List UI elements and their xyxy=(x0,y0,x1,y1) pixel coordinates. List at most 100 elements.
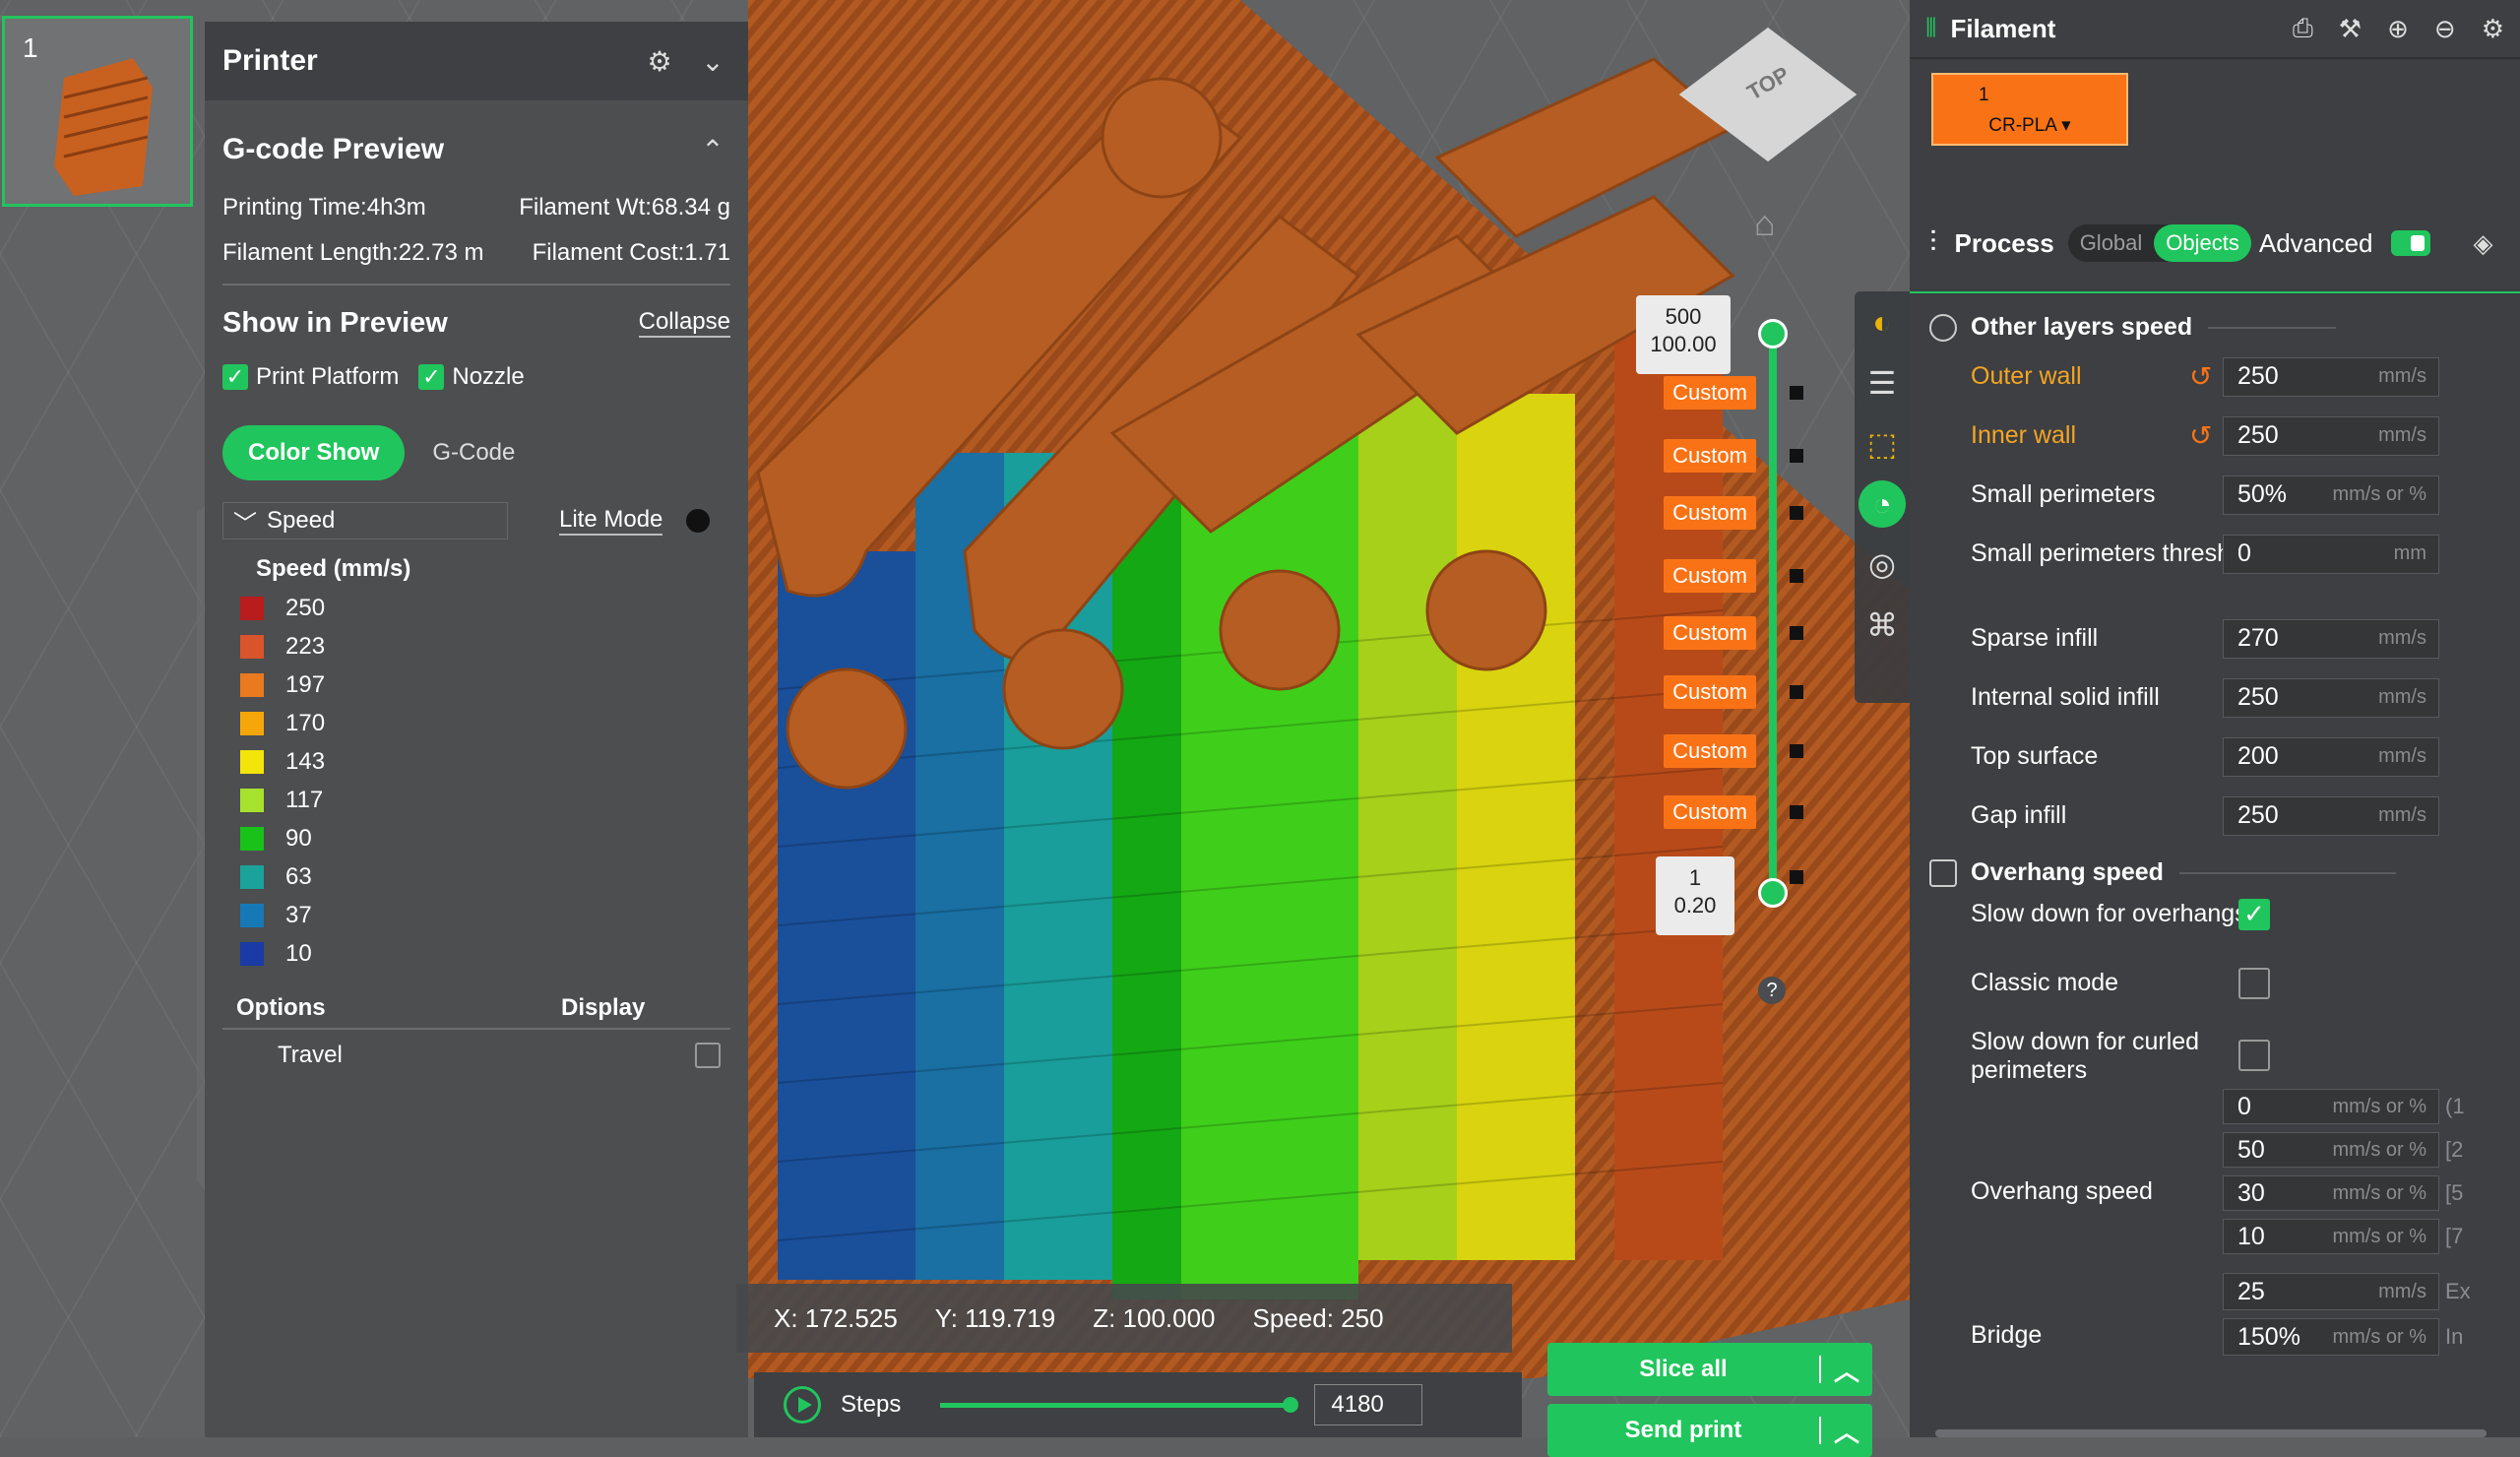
printer-title: Printer xyxy=(222,44,318,77)
global-tab[interactable]: Global xyxy=(2068,224,2155,262)
overhang-speed-input[interactable]: 30 mm/s or % xyxy=(2223,1175,2439,1211)
bridge-hint: Ex xyxy=(2445,1279,2471,1303)
speedometer-icon[interactable]: ◔ xyxy=(1858,480,1906,528)
chevron-down-icon: ﹀ xyxy=(233,510,257,538)
slow-down-curled-checkbox[interactable] xyxy=(2238,1040,2270,1071)
legend-item: 197 xyxy=(222,665,730,704)
speed-field-input[interactable]: 50% mm/s or % xyxy=(2223,475,2439,515)
remove-icon[interactable]: ⊖ xyxy=(2434,14,2456,44)
gear-icon[interactable]: ⚙ xyxy=(2482,14,2504,44)
filament-header: ⦀ Filament ⎙ ⚒ ⊕ ⊖ ⚙ xyxy=(1910,0,2520,59)
reset-icon[interactable]: ↺ xyxy=(2189,419,2212,452)
advanced-toggle[interactable] xyxy=(2390,230,2430,256)
input-value: 25 xyxy=(2237,1277,2265,1305)
lite-mode-label[interactable]: Lite Mode xyxy=(559,506,663,536)
paint-palette-icon[interactable]: ◐ xyxy=(1855,291,1910,352)
collapse-chevron-up-icon[interactable]: ⌃ xyxy=(695,132,730,167)
speed-field-row: Small perimeters threshold 0 mm xyxy=(1971,534,2502,574)
speed-field-input[interactable]: 250 mm/s xyxy=(2223,795,2439,836)
overhang-speed-input[interactable]: 0 mm/s or % xyxy=(2223,1089,2439,1124)
show-in-preview-title: Show in Preview xyxy=(222,306,448,339)
add-icon[interactable]: ⊕ xyxy=(2387,14,2409,44)
tab-gcode[interactable]: G-Code xyxy=(405,439,515,467)
custom-gcode-tag[interactable]: Custom xyxy=(1664,376,1756,410)
printing-time: Printing Time:4h3m xyxy=(222,194,426,221)
gear-icon[interactable]: ⚙ xyxy=(642,43,677,79)
help-button[interactable]: ? xyxy=(1758,977,1786,1004)
tab-color-show[interactable]: Color Show xyxy=(222,425,406,480)
chevron-up-icon[interactable]: ︿ xyxy=(1821,1352,1872,1388)
lite-mode-toggle[interactable] xyxy=(686,509,711,533)
target-icon[interactable]: ◎ xyxy=(1855,534,1910,595)
objects-tab[interactable]: Objects xyxy=(2154,224,2251,262)
layer-marker[interactable] xyxy=(1790,744,1803,758)
steps-input[interactable]: 4180 xyxy=(1314,1384,1423,1425)
coord-speed: Speed: 250 xyxy=(1252,1302,1384,1333)
layer-marker[interactable] xyxy=(1790,685,1803,699)
custom-gcode-tag[interactable]: Custom xyxy=(1664,616,1756,650)
input-value: 50 xyxy=(2237,1135,2265,1164)
advanced-label: Advanced xyxy=(2258,227,2373,258)
input-value: 250 xyxy=(2237,421,2279,449)
nozzle-checkbox[interactable]: ✓ Nozzle xyxy=(418,363,525,391)
legend-title: Speed (mm/s) xyxy=(256,555,411,582)
custom-gcode-tag[interactable]: Custom xyxy=(1664,734,1756,768)
overhang-speed-input[interactable]: 10 mm/s or % xyxy=(2223,1219,2439,1254)
nozzle-icon[interactable]: ⚒ xyxy=(2339,14,2362,44)
command-key-icon[interactable]: ⌘ xyxy=(1855,595,1910,656)
collapse-link[interactable]: Collapse xyxy=(638,308,730,338)
filament-length: Filament Length:22.73 m xyxy=(222,239,484,266)
speed-field-label: Small perimeters xyxy=(1971,480,2156,508)
legend-swatch xyxy=(240,941,264,966)
printer-settings-icon[interactable]: ⎙ xyxy=(2293,13,2313,44)
search-tag-icon[interactable]: ◈ xyxy=(2474,228,2493,259)
overhang-range-hint: [7 xyxy=(2445,1224,2464,1248)
layer-marker[interactable] xyxy=(1790,626,1803,640)
play-icon[interactable] xyxy=(784,1386,821,1424)
layer-marker[interactable] xyxy=(1790,506,1803,520)
speed-field-input[interactable]: 250 mm/s xyxy=(2223,677,2439,718)
home-icon[interactable]: ⌂ xyxy=(1754,203,1776,244)
overhang-speed-input[interactable]: 50 mm/s or % xyxy=(2223,1132,2439,1168)
layer-marker[interactable] xyxy=(1790,870,1803,884)
legend-swatch xyxy=(240,864,264,889)
bridge-speed-input[interactable]: 150% mm/s or % xyxy=(2223,1318,2439,1356)
layer-marker[interactable] xyxy=(1790,386,1803,400)
layer-marker[interactable] xyxy=(1790,569,1803,583)
bridge-speed-input[interactable]: 25 mm/s xyxy=(2223,1273,2439,1310)
slow-down-overhangs-checkbox[interactable]: ✓ xyxy=(2238,898,2270,930)
speed-field-input[interactable]: 250 mm/s xyxy=(2223,356,2439,397)
filament-slot-1[interactable]: 1 CR-PLA ▾ xyxy=(1931,73,2128,146)
custom-gcode-tag[interactable]: Custom xyxy=(1664,559,1756,593)
selection-box-icon[interactable]: ⬚ xyxy=(1855,413,1910,475)
double-chevron-down-icon[interactable]: ⌄ xyxy=(695,43,730,79)
speed-field-input[interactable]: 200 mm/s xyxy=(2223,736,2439,777)
layer-slider-bottom-handle[interactable] xyxy=(1758,878,1788,908)
steps-slider[interactable] xyxy=(940,1396,1299,1413)
layer-marker[interactable] xyxy=(1790,805,1803,819)
reset-icon[interactable]: ↺ xyxy=(2189,360,2212,393)
custom-gcode-tag[interactable]: Custom xyxy=(1664,795,1756,829)
layers-icon[interactable]: ☰ xyxy=(1855,352,1910,413)
speed-field-input[interactable]: 270 mm/s xyxy=(2223,618,2439,659)
print-platform-checkbox[interactable]: ✓ Print Platform xyxy=(222,363,399,391)
speed-field-label: Top surface xyxy=(1971,742,2099,770)
input-value: 250 xyxy=(2237,362,2279,390)
slice-all-button[interactable]: Slice all ︿ xyxy=(1547,1343,1872,1396)
chevron-up-icon[interactable]: ︿ xyxy=(1821,1413,1872,1449)
layer-slider-track[interactable] xyxy=(1769,333,1777,894)
custom-gcode-tag[interactable]: Custom xyxy=(1664,675,1756,709)
send-print-button[interactable]: Send print ︿ xyxy=(1547,1404,1872,1457)
layer-marker[interactable] xyxy=(1790,449,1803,463)
view-type-select[interactable]: ﹀ Speed xyxy=(222,502,508,539)
horizontal-scrollbar[interactable] xyxy=(1935,1429,2487,1437)
custom-gcode-tag[interactable]: Custom xyxy=(1664,496,1756,530)
speed-field-input[interactable]: 250 mm/s xyxy=(2223,415,2439,456)
layer-slider-top-handle[interactable] xyxy=(1758,319,1788,348)
display-header: Display xyxy=(561,994,646,1021)
classic-mode-checkbox[interactable] xyxy=(2238,967,2270,999)
custom-gcode-tag[interactable]: Custom xyxy=(1664,439,1756,473)
speed-field-input[interactable]: 0 mm xyxy=(2223,534,2439,574)
plate-thumbnail[interactable]: 1 xyxy=(2,16,193,207)
travel-checkbox[interactable] xyxy=(695,1043,721,1068)
